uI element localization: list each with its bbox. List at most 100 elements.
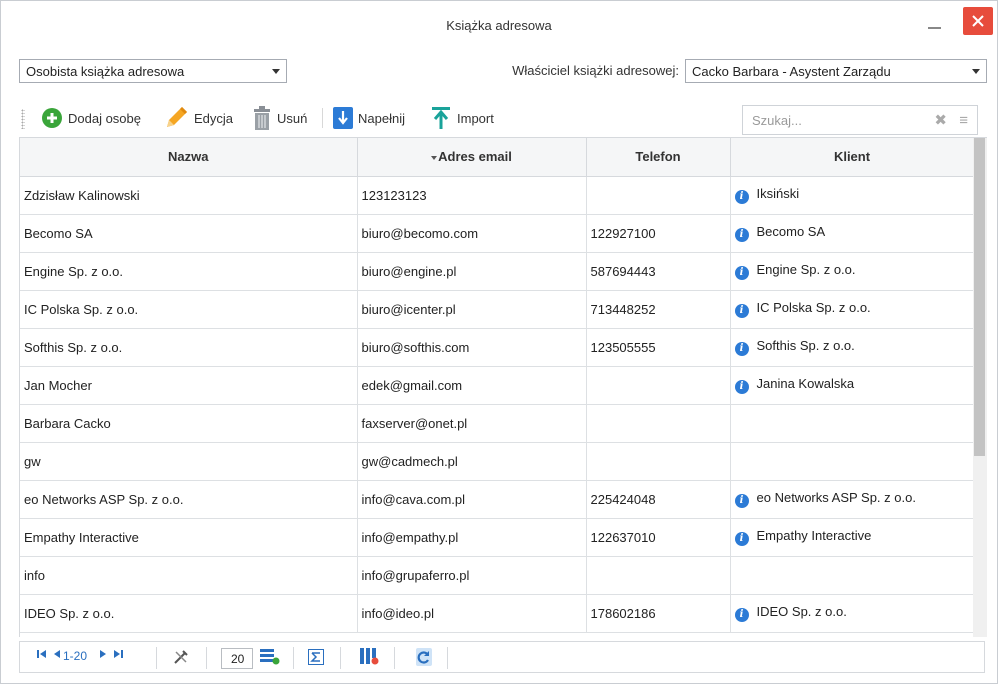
refresh-button[interactable] (415, 647, 433, 667)
chevron-down-icon (272, 69, 280, 74)
cell-name: Zdzisław Kalinowski (20, 176, 358, 215)
table-row[interactable]: Softhis Sp. z o.o. biuro@softhis.com 12350… (20, 328, 973, 367)
clear-search-icon[interactable]: ✖ (934, 111, 947, 129)
tools-icon (174, 650, 188, 664)
page-range: 1-20 (63, 649, 88, 663)
import-button[interactable]: Import (430, 104, 494, 132)
prev-page-button[interactable] (53, 649, 61, 659)
owner-select[interactable]: Cacko Barbara - Asystent Zarządu (685, 59, 987, 83)
cell-client: i Janina Kowalska (730, 366, 973, 405)
book-select[interactable]: Osobista książka adresowa (19, 59, 287, 83)
cell-email-text: info@cava.com.pl (361, 491, 466, 507)
table-row[interactable]: IDEO Sp. z o.o. info@ideo.pl 178602186 i IDE… (20, 594, 973, 633)
column-header-name-label: Nazwa (168, 149, 209, 165)
tools-button[interactable] (173, 649, 189, 665)
table-row[interactable]: Engine Sp. z o.o. biuro@engine.pl 58769444… (20, 252, 973, 291)
add-person-button[interactable]: Dodaj osobę (41, 104, 141, 132)
cell-email-text: biuro@icenter.pl (361, 301, 456, 317)
table-row[interactable]: Empathy Interactive info@empathy.pl 122637… (20, 518, 973, 557)
sum-button[interactable] (308, 649, 324, 665)
cell-email: info@cava.com.pl (357, 480, 587, 519)
cell-email-text: info@grupaferro.pl (361, 567, 470, 583)
edit-button[interactable]: Edycja (163, 104, 233, 132)
page-size-apply-button[interactable] (260, 648, 280, 666)
pager-divider (394, 647, 395, 669)
cell-email: gw@cadmech.pl (357, 442, 587, 481)
cell-email-text: biuro@softhis.com (361, 339, 470, 355)
cell-phone: 122927100 (586, 214, 731, 253)
cell-phone-text: 123505555 (590, 339, 656, 355)
delete-label: Usuń (277, 110, 308, 126)
table-row[interactable]: eo Networks ASP Sp. z o.o. info@cava.com.… (20, 480, 973, 519)
cell-email-text: biuro@engine.pl (361, 263, 457, 279)
pager: 1-20 20 (19, 641, 985, 673)
column-header-name[interactable]: Nazwa (20, 138, 358, 177)
scrollbar-thumb[interactable] (974, 138, 985, 456)
cell-phone: 122637010 (586, 518, 731, 557)
table-header-row: Nazwa Adres email Telefon Klient (20, 138, 973, 177)
cell-name: IDEO Sp. z o.o. (20, 594, 358, 633)
edit-label: Edycja (194, 110, 234, 126)
book-select-value: Osobista książka adresowa (26, 64, 185, 79)
info-icon[interactable]: i (734, 228, 749, 242)
info-icon[interactable]: i (734, 532, 749, 546)
window-title: Książka adresowa (446, 18, 552, 33)
fill-button[interactable]: Napełnij (333, 104, 405, 132)
close-icon (972, 15, 984, 27)
table-row[interactable]: IC Polska Sp. z o.o. biuro@icenter.pl 7134… (20, 290, 973, 329)
column-header-client[interactable]: Klient (730, 138, 973, 177)
info-icon[interactable]: i (734, 304, 749, 318)
column-header-client-label: Klient (833, 149, 871, 165)
last-page-button[interactable] (112, 649, 124, 659)
info-icon[interactable]: i (734, 342, 749, 356)
cell-name-text: Barbara Cacko (24, 415, 111, 431)
cell-email-text: biuro@becomo.com (361, 225, 479, 241)
next-page-button[interactable] (99, 649, 107, 659)
table-row[interactable]: Becomo SA biuro@becomo.com 122927100 i Becom… (20, 214, 973, 253)
search-menu-icon[interactable]: ≡ (959, 112, 968, 129)
owner-select-value: Cacko Barbara - Asystent Zarządu (692, 64, 891, 79)
list-settings-icon (260, 649, 280, 665)
columns-button[interactable] (360, 648, 380, 666)
cell-name-text: Zdzisław Kalinowski (24, 187, 140, 203)
cell-phone (586, 404, 731, 443)
search-box[interactable]: ✖ ≡ (742, 105, 978, 135)
search-input[interactable] (752, 113, 922, 128)
table-row[interactable]: Jan Mocher edek@gmail.com i Janina Kowalska (20, 366, 973, 405)
cell-name: Softhis Sp. z o.o. (20, 328, 358, 367)
first-page-button[interactable] (36, 649, 48, 659)
info-icon[interactable]: i (734, 608, 749, 622)
page-size-input[interactable]: 20 (221, 648, 253, 669)
column-header-email[interactable]: Adres email (357, 138, 587, 177)
chevron-down-icon (972, 69, 980, 74)
cell-client: i eo Networks ASP Sp. z o.o. (730, 480, 973, 519)
info-icon[interactable]: i (734, 494, 749, 508)
pencil-icon (167, 107, 187, 127)
toolbar-grip[interactable] (21, 109, 25, 129)
table-row[interactable]: gw gw@cadmech.pl (20, 442, 973, 481)
cell-email: info@empathy.pl (357, 518, 587, 557)
close-button[interactable] (963, 7, 993, 35)
cell-name-text: IDEO Sp. z o.o. (24, 605, 115, 621)
cell-phone (586, 556, 731, 595)
pager-divider (340, 647, 341, 669)
pager-divider (156, 647, 157, 669)
info-icon[interactable]: i (734, 380, 749, 394)
table-row[interactable]: Barbara Cacko faxserver@onet.pl (20, 404, 973, 443)
cell-client-text: IC Polska Sp. z o.o. (756, 300, 871, 315)
cell-phone (586, 366, 731, 405)
cell-email-text: gw@cadmech.pl (361, 453, 458, 469)
cell-email: info@grupaferro.pl (357, 556, 587, 595)
info-icon[interactable]: i (734, 266, 749, 280)
cell-name-text: Becomo SA (24, 225, 93, 241)
info-icon[interactable]: i (734, 190, 749, 204)
cell-client-text: Empathy Interactive (756, 528, 872, 543)
table-row[interactable]: Zdzisław Kalinowski 123123123 i Iksiński (20, 176, 973, 215)
cell-email-text: 123123123 (361, 187, 427, 203)
delete-button[interactable]: Usuń (252, 104, 307, 132)
column-header-phone[interactable]: Telefon (586, 138, 731, 177)
table-row[interactable]: info info@grupaferro.pl (20, 556, 973, 595)
vertical-scrollbar[interactable] (973, 137, 987, 637)
cell-name: gw (20, 442, 358, 481)
minimize-button[interactable] (925, 11, 945, 33)
